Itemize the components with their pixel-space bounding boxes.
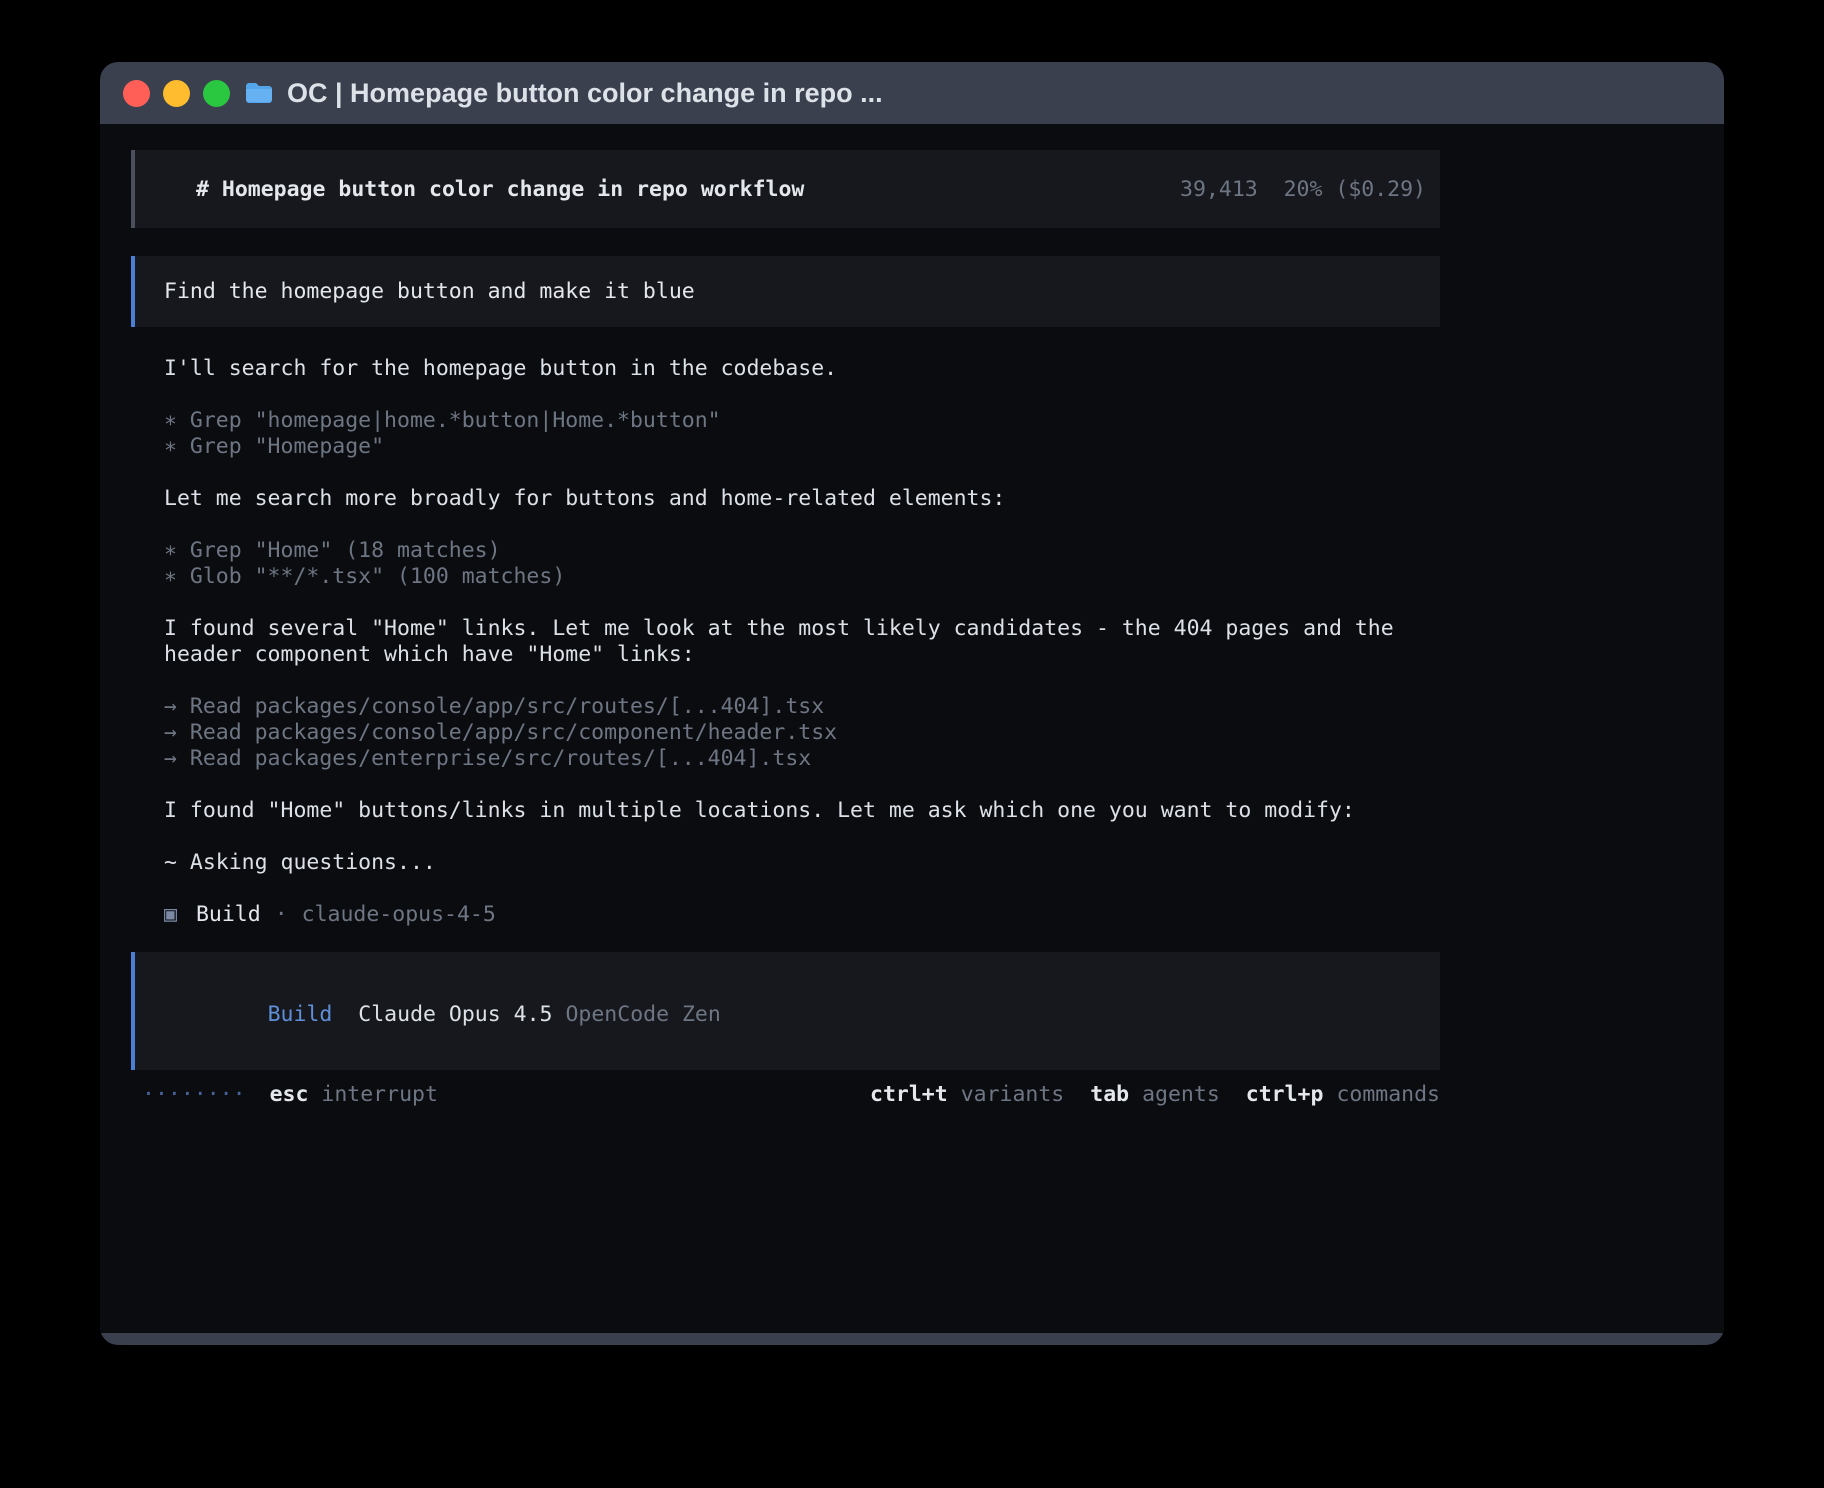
folder-icon (244, 81, 274, 105)
assistant-paragraph: I found several "Home" links. Let me loo… (164, 616, 1440, 668)
spinner-dots: ········ (142, 1082, 246, 1108)
hint-agents: tab agents (1090, 1082, 1220, 1108)
assistant-transcript: I'll search for the homepage button in t… (131, 327, 1440, 928)
close-button[interactable] (123, 80, 150, 107)
terminal-content: # Homepage button color change in repo w… (100, 124, 1724, 1333)
assistant-paragraph: I found "Home" buttons/links in multiple… (164, 798, 1440, 824)
input-provider-label: OpenCode Zen (565, 1002, 720, 1027)
hint-key-esc: esc (270, 1082, 309, 1108)
agent-name: Build (196, 902, 261, 928)
titlebar[interactable]: OC | Homepage button color change in rep… (100, 62, 1724, 124)
hint-label-agents: agents (1142, 1082, 1220, 1108)
tool-call-group: → Read packages/console/app/src/routes/[… (164, 694, 1440, 772)
input-model-label[interactable]: Claude Opus 4.5 (358, 1002, 552, 1027)
agent-icon: ▣ (164, 902, 177, 928)
tool-call-read: → Read packages/console/app/src/componen… (164, 720, 1440, 746)
hint-label-variants: variants (961, 1082, 1065, 1108)
assistant-paragraph: I'll search for the homepage button in t… (164, 356, 1440, 382)
input-meta-row: Build Claude Opus 4.5 OpenCode Zen (164, 976, 1411, 1054)
tool-call-grep: ∗ Grep "Home" (18 matches) (164, 538, 1440, 564)
hint-label-interrupt: interrupt (321, 1082, 438, 1108)
zoom-button[interactable] (203, 80, 230, 107)
session-stats: 39,413 20% ($0.29) (1180, 177, 1426, 202)
hint-key-ctrl-t: ctrl+t (870, 1082, 948, 1108)
session-header: # Homepage button color change in repo w… (131, 150, 1440, 228)
hint-key-ctrl-p: ctrl+p (1246, 1082, 1324, 1108)
window-title: OC | Homepage button color change in rep… (287, 78, 883, 109)
assistant-status: ~ Asking questions... (164, 850, 1440, 876)
minimize-button[interactable] (163, 80, 190, 107)
hint-key-tab: tab (1090, 1082, 1129, 1108)
hint-commands: ctrl+p commands (1246, 1082, 1440, 1108)
tool-call-group: ∗ Grep "Home" (18 matches) ∗ Glob "**/*.… (164, 538, 1440, 590)
tool-call-glob: ∗ Glob "**/*.tsx" (100 matches) (164, 564, 1440, 590)
hint-label-commands: commands (1336, 1082, 1440, 1108)
tool-call-read: → Read packages/enterprise/src/routes/[.… (164, 746, 1440, 772)
assistant-paragraph: Let me search more broadly for buttons a… (164, 486, 1440, 512)
status-bar-right: ctrl+t variants tab agents ctrl+p comman… (870, 1082, 1440, 1108)
terminal-window: OC | Homepage button color change in rep… (100, 62, 1724, 1345)
session-title: # Homepage button color change in repo w… (196, 177, 804, 202)
tool-call-grep: ∗ Grep "Homepage" (164, 434, 1440, 460)
status-bar-left: ········ esc interrupt (142, 1082, 438, 1108)
tool-call-group: ∗ Grep "homepage|home.*button|Home.*butt… (164, 408, 1440, 460)
titlebar-title-group: OC | Homepage button color change in rep… (244, 78, 883, 109)
prompt-input[interactable]: Build Claude Opus 4.5 OpenCode Zen (131, 952, 1440, 1070)
user-message-block: Find the homepage button and make it blu… (131, 256, 1440, 327)
window-controls (123, 80, 230, 107)
user-message-text: Find the homepage button and make it blu… (164, 279, 695, 304)
agent-status-line: ▣ Build · claude-opus-4-5 (164, 902, 1440, 928)
hint-variants: ctrl+t variants (870, 1082, 1064, 1108)
input-agent-label[interactable]: Build (268, 1002, 333, 1027)
status-bar: ········ esc interrupt ctrl+t variants t… (131, 1082, 1440, 1108)
tool-call-read: → Read packages/console/app/src/routes/[… (164, 694, 1440, 720)
agent-model: claude-opus-4-5 (302, 902, 496, 928)
agent-separator: · (275, 902, 288, 928)
tool-call-grep: ∗ Grep "homepage|home.*button|Home.*butt… (164, 408, 1440, 434)
